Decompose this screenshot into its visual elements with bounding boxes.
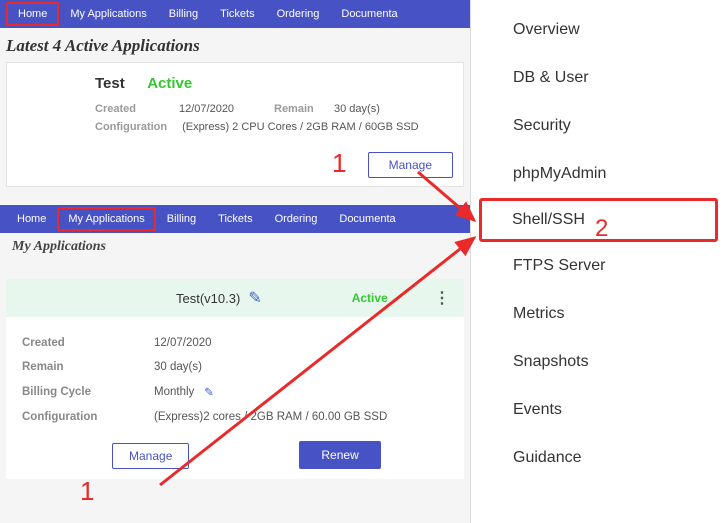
nav1-billing-label: Billing: [169, 8, 198, 20]
nav1-myapps[interactable]: My Applications: [59, 0, 157, 28]
app2-status: Active: [352, 291, 388, 305]
side-security-label: Security: [513, 117, 571, 134]
nav2-ordering-label: Ordering: [275, 213, 318, 225]
nav2-home[interactable]: Home: [6, 205, 57, 233]
side-guide[interactable]: Guidance: [471, 434, 726, 482]
edit-name-icon[interactable]: ✎: [248, 288, 261, 308]
app2-config-lbl: Configuration: [22, 411, 154, 423]
annotation-1a: 1: [332, 148, 346, 179]
side-events[interactable]: Events: [471, 386, 726, 434]
nav1-home-label: Home: [18, 8, 47, 20]
annotation-2: 2: [595, 215, 608, 243]
nav2-myapps-label: My Applications: [68, 213, 144, 225]
manage-button-2[interactable]: Manage: [112, 443, 189, 469]
nav2-docs-label: Documenta: [339, 213, 395, 225]
manage-button-1[interactable]: Manage: [368, 152, 453, 178]
side-panel: Overview DB & User Security phpMyAdmin S…: [470, 0, 726, 523]
nav1-myapps-label: My Applications: [70, 8, 146, 20]
nav2-tickets-label: Tickets: [218, 213, 252, 225]
app1-config-lbl: Configuration: [95, 121, 179, 133]
nav2-tickets[interactable]: Tickets: [207, 205, 263, 233]
nav1-tickets[interactable]: Tickets: [209, 0, 265, 28]
section-title-latest: Latest 4 Active Applications: [0, 28, 470, 62]
nav1-ordering[interactable]: Ordering: [266, 0, 331, 28]
nav1-billing[interactable]: Billing: [158, 0, 209, 28]
nav2-billing-label: Billing: [167, 213, 196, 225]
side-metrics-label: Metrics: [513, 305, 565, 322]
app1-name: Test: [95, 75, 125, 92]
nav2-ordering[interactable]: Ordering: [264, 205, 329, 233]
renew-button[interactable]: Renew: [299, 441, 380, 469]
app1-remain-lbl: Remain: [274, 103, 334, 115]
nav2-billing[interactable]: Billing: [156, 205, 207, 233]
side-security[interactable]: Security: [471, 102, 726, 150]
nav1-ordering-label: Ordering: [277, 8, 320, 20]
manage-button-2-label: Manage: [129, 449, 172, 463]
app1-created-val: 12/07/2020: [179, 103, 274, 115]
manage-button-1-label: Manage: [389, 158, 432, 172]
app-card-1: Test Active Created 12/07/2020 Remain 30…: [6, 62, 464, 187]
app2-created-val: 12/07/2020: [154, 337, 212, 349]
app2-cycle-lbl: Billing Cycle: [22, 386, 154, 398]
renew-button-label: Renew: [321, 448, 358, 462]
side-metrics[interactable]: Metrics: [471, 290, 726, 338]
side-ftps[interactable]: FTPS Server: [471, 242, 726, 290]
side-db[interactable]: DB & User: [471, 54, 726, 102]
nav2-home-label: Home: [17, 213, 46, 225]
app2-remain-lbl: Remain: [22, 361, 154, 373]
nav2-docs[interactable]: Documenta: [328, 205, 406, 233]
app2-remain-val: 30 day(s): [154, 361, 202, 373]
side-guide-label: Guidance: [513, 449, 582, 466]
app2-created-lbl: Created: [22, 337, 154, 349]
app2-header: Test(v10.3) ✎ Active ⋮: [6, 279, 464, 317]
app1-config-val: (Express) 2 CPU Cores / 2GB RAM / 60GB S…: [182, 121, 419, 133]
app2-cycle-val: Monthly: [154, 386, 194, 398]
nav1-tickets-label: Tickets: [220, 8, 254, 20]
section-title-myapps: My Applications: [0, 233, 470, 267]
side-ftps-label: FTPS Server: [513, 257, 605, 274]
app1-created-lbl: Created: [95, 103, 179, 115]
app1-remain-val: 30 day(s): [334, 103, 380, 115]
annotation-1b: 1: [80, 476, 94, 507]
side-overview-label: Overview: [513, 21, 580, 38]
nav1-home[interactable]: Home: [6, 2, 59, 26]
side-snaps[interactable]: Snapshots: [471, 338, 726, 386]
nav1-docs[interactable]: Documenta: [330, 0, 408, 28]
nav1-docs-label: Documenta: [341, 8, 397, 20]
side-overview[interactable]: Overview: [471, 6, 726, 54]
top-navbar-2: Home My Applications Billing Tickets Ord…: [0, 205, 470, 233]
edit-cycle-icon[interactable]: ✎: [204, 385, 214, 399]
more-icon[interactable]: ⋮: [434, 288, 450, 308]
app2-name: Test(v10.3): [176, 291, 240, 306]
app1-status: Active: [147, 75, 192, 92]
app-card-2: Test(v10.3) ✎ Active ⋮ Created 12/07/202…: [6, 279, 464, 479]
side-ssh-label: Shell/SSH: [512, 211, 585, 228]
nav2-myapps[interactable]: My Applications: [57, 207, 155, 231]
side-snaps-label: Snapshots: [513, 353, 589, 370]
top-navbar-1: Home My Applications Billing Tickets Ord…: [0, 0, 470, 28]
side-events-label: Events: [513, 401, 562, 418]
side-pma[interactable]: phpMyAdmin: [471, 150, 726, 198]
app2-config-val: (Express)2 cores / 2GB RAM / 60.00 GB SS…: [154, 411, 387, 423]
side-pma-label: phpMyAdmin: [513, 165, 606, 182]
side-db-label: DB & User: [513, 69, 589, 86]
